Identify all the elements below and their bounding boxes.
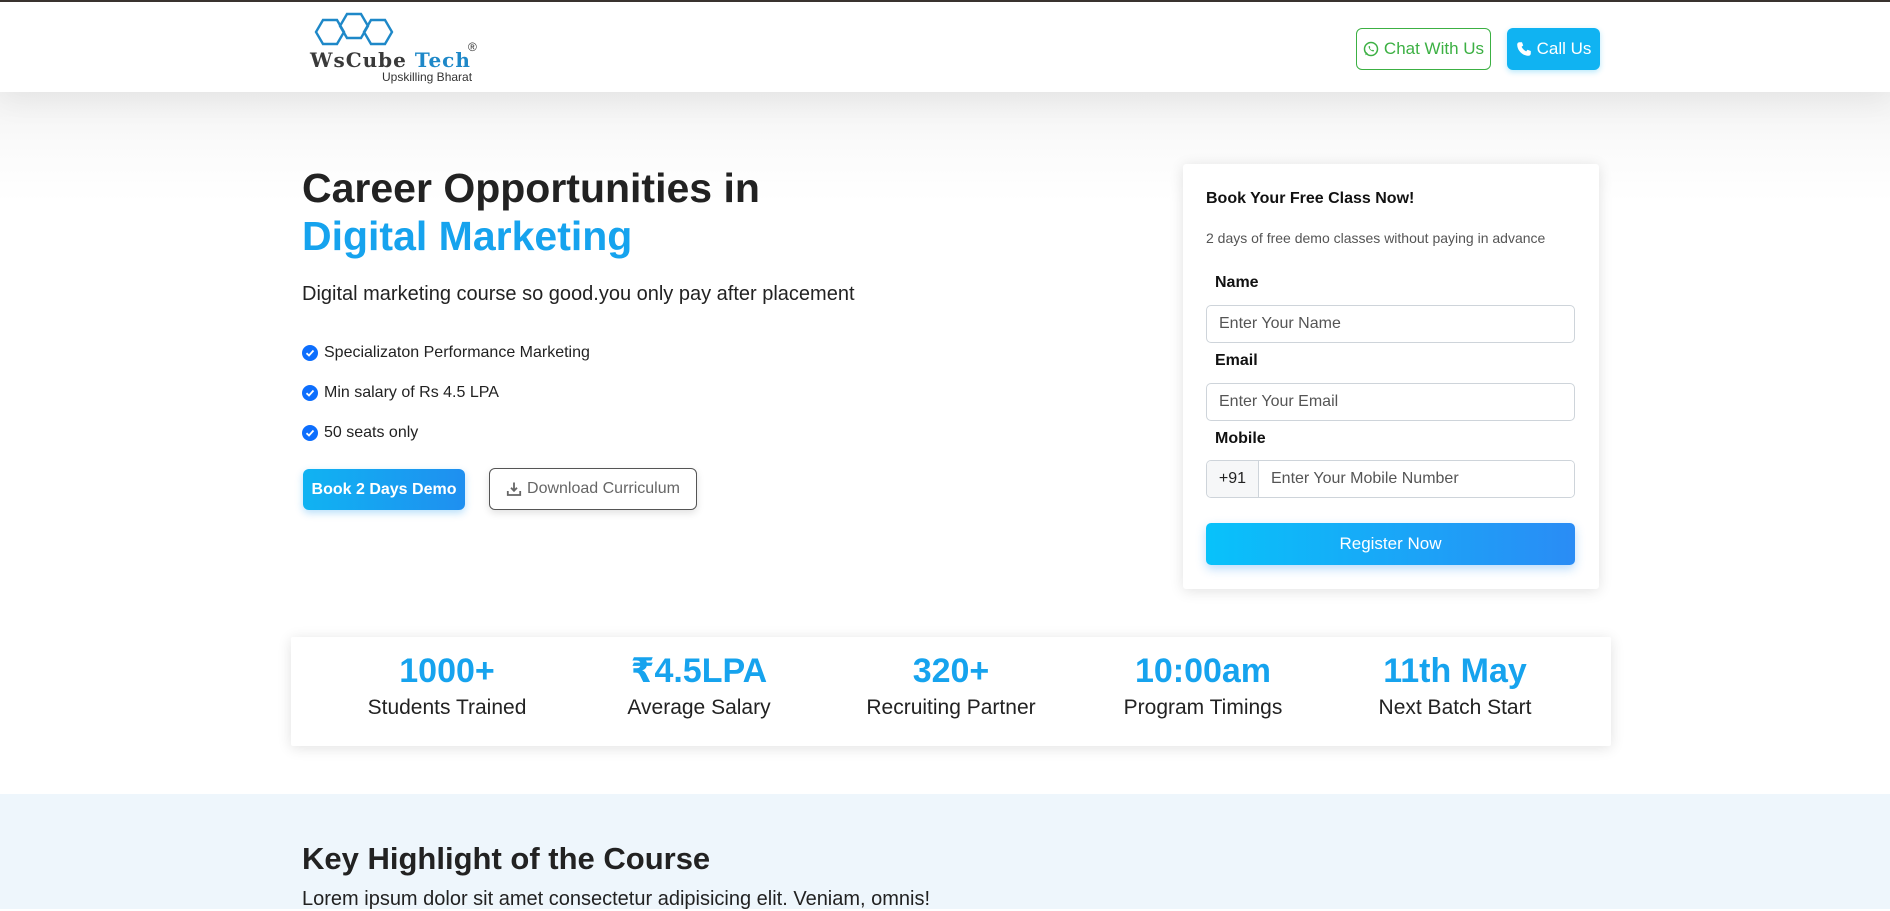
stat-label: Program Timings — [1123, 696, 1283, 719]
booking-form-card: Book Your Free Class Now! 2 days of free… — [1183, 164, 1599, 589]
email-input[interactable] — [1206, 383, 1575, 421]
site-header: WsCube Tech ® Upskilling Bharat Chat Wit… — [0, 2, 1890, 92]
brand-logo[interactable]: WsCube Tech ® Upskilling Bharat — [306, 12, 486, 86]
mobile-label: Mobile — [1215, 430, 1266, 447]
register-now-button[interactable]: Register Now — [1206, 523, 1575, 565]
stat-value: 1000+ — [399, 652, 495, 690]
hero-subtitle: Digital marketing course so good.you onl… — [302, 283, 855, 305]
feature-item: Min salary of Rs 4.5 LPA — [302, 373, 590, 413]
country-code: +91 — [1207, 461, 1259, 497]
feature-list: Specializaton Performance Marketing Min … — [302, 333, 590, 453]
hero-title-line2: Digital Marketing — [302, 213, 633, 259]
hero-title: Career Opportunities in Digital Marketin… — [302, 164, 760, 260]
download-icon — [506, 482, 522, 496]
stat-item: 1000+ Students Trained — [321, 637, 573, 746]
check-circle-icon — [302, 345, 318, 361]
feature-item: 50 seats only — [302, 413, 590, 453]
registered-mark: ® — [468, 40, 477, 54]
name-label: Name — [1215, 274, 1259, 291]
chat-with-us-button[interactable]: Chat With Us — [1356, 28, 1491, 70]
highlight-text: Lorem ipsum dolor sit amet consectetur a… — [302, 888, 931, 910]
brand-name-part1: WsCube — [310, 48, 407, 72]
feature-item: Specializaton Performance Marketing — [302, 333, 590, 373]
whatsapp-icon — [1363, 41, 1379, 57]
call-us-button[interactable]: Call Us — [1507, 28, 1600, 70]
stat-value: 320+ — [912, 652, 990, 690]
stat-value: 11th May — [1383, 652, 1527, 690]
feature-item-label: Min salary of Rs 4.5 LPA — [324, 384, 499, 401]
check-circle-icon — [302, 425, 318, 441]
form-subtitle: 2 days of free demo classes without payi… — [1206, 230, 1546, 246]
hexagon-logo-icon — [314, 12, 394, 46]
key-highlight-section: Key Highlight of the Course Lorem ipsum … — [0, 794, 1890, 910]
stat-item: 11th May Next Batch Start — [1329, 637, 1581, 746]
brand-name-part2: Tech — [414, 48, 471, 72]
stat-label: Recruiting Partner — [866, 696, 1036, 719]
mobile-field: +91 — [1206, 460, 1575, 498]
book-demo-button[interactable]: Book 2 Days Demo — [303, 469, 465, 510]
stat-item: 320+ Recruiting Partner — [825, 637, 1077, 746]
chat-button-label: Chat With Us — [1383, 39, 1485, 58]
download-curriculum-button[interactable]: Download Curriculum — [489, 468, 697, 510]
name-input[interactable] — [1206, 305, 1575, 343]
stats-bar: 1000+ Students Trained ₹4.5LPA Average S… — [291, 637, 1611, 746]
email-label: Email — [1215, 352, 1258, 369]
mobile-input[interactable] — [1259, 461, 1574, 497]
stat-value: ₹4.5LPA — [630, 652, 768, 690]
brand-wordmark: WsCube Tech — [310, 48, 471, 72]
feature-item-label: Specializaton Performance Marketing — [324, 344, 590, 361]
download-button-label: Download Curriculum — [527, 480, 680, 497]
stat-value: 10:00am — [1134, 652, 1272, 690]
phone-icon — [1516, 42, 1531, 56]
feature-item-label: 50 seats only — [324, 424, 419, 441]
stat-item: 10:00am Program Timings — [1077, 637, 1329, 746]
stat-item: ₹4.5LPA Average Salary — [573, 637, 825, 746]
stat-label: Students Trained — [367, 696, 527, 719]
call-button-label: Call Us — [1536, 39, 1592, 58]
hero-title-line1: Career Opportunities in — [302, 165, 760, 211]
form-title: Book Your Free Class Now! — [1206, 190, 1415, 207]
brand-tagline: Upskilling Bharat — [382, 70, 473, 84]
highlight-title: Key Highlight of the Course — [302, 841, 711, 876]
check-circle-icon — [302, 385, 318, 401]
stat-label: Average Salary — [627, 696, 771, 719]
stat-label: Next Batch Start — [1378, 696, 1532, 719]
